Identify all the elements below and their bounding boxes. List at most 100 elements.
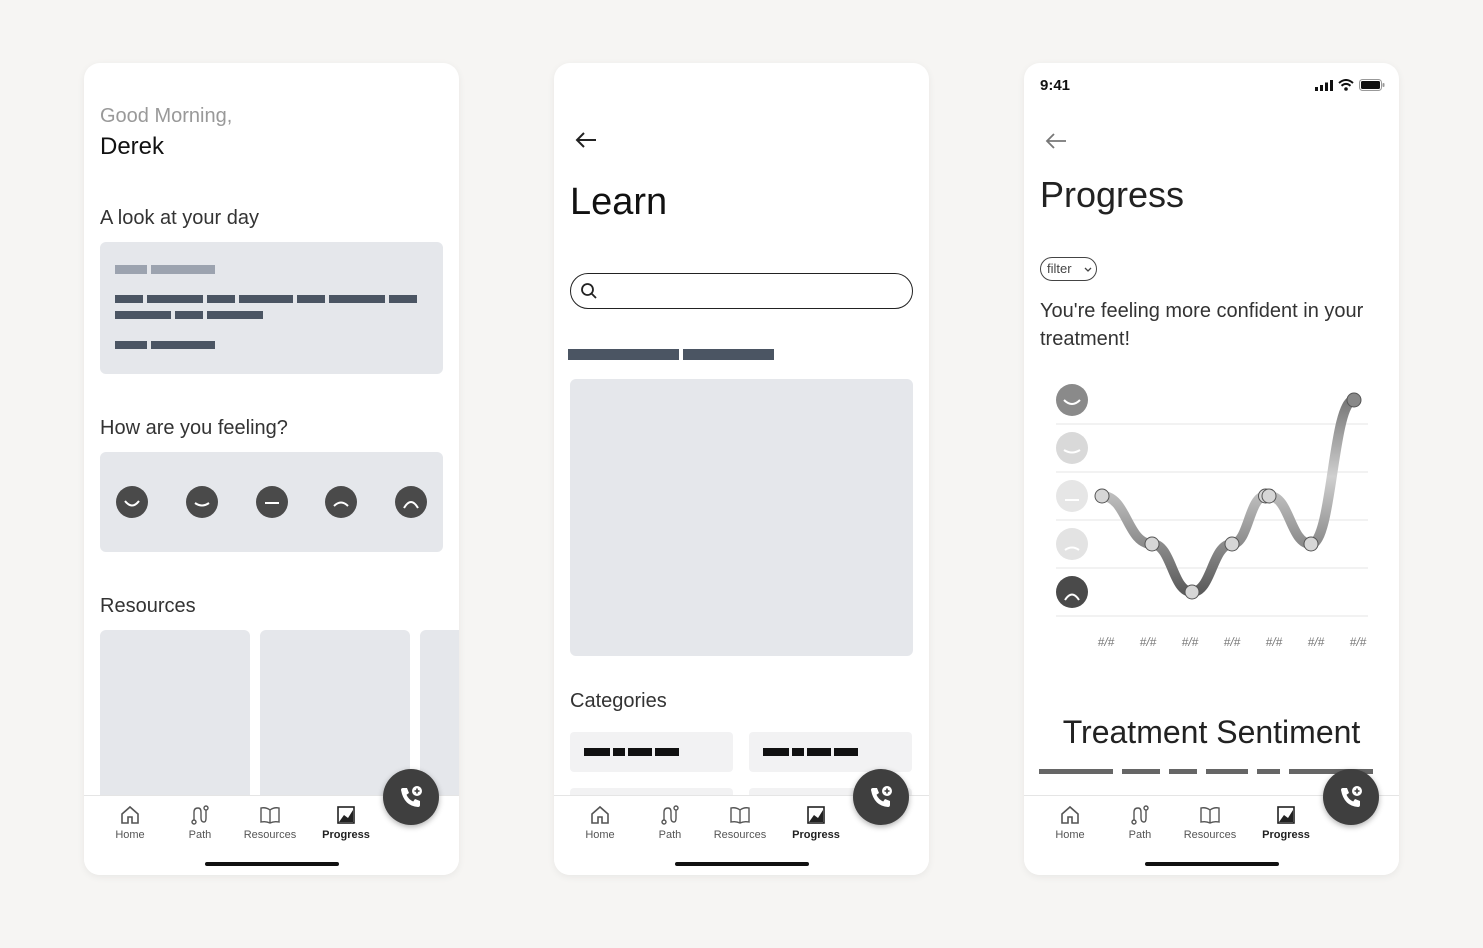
nav-label: Resources [1183, 829, 1237, 841]
placeholder-line [568, 349, 679, 360]
day-heading: A look at your day [100, 207, 259, 229]
insight-text: You're feeling more confident in your tr… [1040, 300, 1364, 350]
placeholder-line [389, 295, 417, 303]
call-support-button[interactable] [853, 769, 909, 825]
data-point[interactable] [1346, 392, 1362, 408]
home-icon [591, 805, 609, 824]
phone-plus-icon [1341, 786, 1362, 807]
nav-resources[interactable]: Resources [235, 804, 305, 841]
phone-plus-icon [871, 786, 892, 807]
placeholder-line [115, 295, 143, 303]
greeting-text: Good Morning, [100, 105, 233, 127]
home-icon [121, 805, 139, 824]
featured-content-card[interactable] [570, 379, 913, 656]
nav-resources[interactable]: Resources [1175, 804, 1245, 841]
search-input[interactable] [570, 273, 913, 309]
nav-progress[interactable]: Progress [311, 804, 381, 841]
placeholder-line [1206, 769, 1248, 774]
nav-label: Home [115, 829, 145, 841]
chevron-down-icon [1084, 267, 1092, 272]
nav-label: Path [1128, 829, 1152, 841]
user-name: Derek [100, 133, 165, 160]
data-point[interactable] [1303, 536, 1319, 552]
call-support-button[interactable] [383, 769, 439, 825]
x-tick-label: #/# [1139, 635, 1157, 649]
nav-resources[interactable]: Resources [705, 804, 775, 841]
path-icon [1131, 805, 1149, 825]
neutral-face-icon[interactable] [256, 486, 288, 518]
data-point[interactable] [1224, 536, 1240, 552]
back-arrow-icon[interactable] [574, 130, 598, 150]
x-tick-label: #/# [1097, 635, 1115, 649]
feeling-card [100, 452, 443, 552]
home-screen: Good Morning, Derek A look at your day H… [84, 63, 459, 875]
sentiment-chart [1056, 384, 1368, 617]
nav-home[interactable]: Home [95, 804, 165, 841]
x-tick-label: #/# [1181, 635, 1199, 649]
nav-progress[interactable]: Progress [1251, 804, 1321, 841]
home-indicator [675, 862, 809, 866]
nav-label: Path [658, 829, 682, 841]
call-support-button[interactable] [1323, 769, 1379, 825]
battery-icon [1359, 79, 1385, 91]
placeholder-line [683, 349, 774, 360]
sad-face-icon [1056, 528, 1088, 560]
nav-home[interactable]: Home [1035, 804, 1105, 841]
search-icon [581, 283, 597, 299]
placeholder-line [297, 295, 325, 303]
nav-home[interactable]: Home [565, 804, 635, 841]
placeholder-line [1039, 769, 1113, 774]
filter-label: filter [1047, 261, 1072, 276]
feeling-heading: How are you feeling? [100, 417, 288, 439]
nav-progress[interactable]: Progress [781, 804, 851, 841]
path-icon [661, 805, 679, 825]
very-sad-face-icon [1056, 576, 1088, 608]
placeholder-line [207, 295, 235, 303]
data-point[interactable] [1144, 536, 1160, 552]
series-line [1097, 395, 1359, 598]
placeholder-line [151, 265, 215, 274]
very-sad-face-icon[interactable] [395, 486, 427, 518]
page-title: Progress [1040, 174, 1185, 215]
sad-face-icon[interactable] [325, 486, 357, 518]
placeholder-line [329, 295, 385, 303]
nav-path[interactable]: Path [165, 804, 235, 841]
x-tick-label: #/# [1307, 635, 1325, 649]
nav-label: Progress [792, 829, 840, 841]
placeholder-line [628, 748, 652, 756]
category-chip[interactable] [749, 732, 912, 772]
placeholder-line [792, 748, 804, 756]
placeholder-line [763, 748, 789, 756]
neutral-face-icon [1056, 480, 1088, 512]
nav-label: Path [188, 829, 212, 841]
resource-card[interactable] [100, 630, 250, 810]
chart-icon [807, 806, 825, 824]
placeholder-line [207, 311, 263, 319]
book-icon [1200, 807, 1220, 824]
home-indicator [1145, 862, 1279, 866]
resources-heading: Resources [100, 595, 196, 617]
happy-face-icon[interactable] [186, 486, 218, 518]
data-point[interactable] [1184, 584, 1200, 600]
data-point[interactable] [1094, 488, 1110, 504]
nav-label: Resources [243, 829, 297, 841]
chart-icon [1277, 806, 1295, 824]
nav-label: Progress [1262, 829, 1310, 841]
category-chip[interactable] [570, 732, 733, 772]
day-summary-card[interactable] [100, 242, 443, 374]
nav-path[interactable]: Path [635, 804, 705, 841]
back-arrow-icon[interactable] [1044, 131, 1068, 151]
placeholder-line [115, 311, 171, 319]
placeholder-line [1169, 769, 1197, 774]
placeholder-line [239, 295, 293, 303]
placeholder-line [151, 341, 215, 349]
x-tick-label: #/# [1349, 635, 1367, 649]
data-point[interactable] [1261, 488, 1277, 504]
x-tick-label: #/# [1265, 635, 1283, 649]
placeholder-line [1122, 769, 1160, 774]
filter-dropdown[interactable]: filter [1040, 257, 1097, 281]
placeholder-line [147, 295, 203, 303]
nav-path[interactable]: Path [1105, 804, 1175, 841]
placeholder-line [1257, 769, 1280, 774]
very-happy-face-icon[interactable] [116, 486, 148, 518]
